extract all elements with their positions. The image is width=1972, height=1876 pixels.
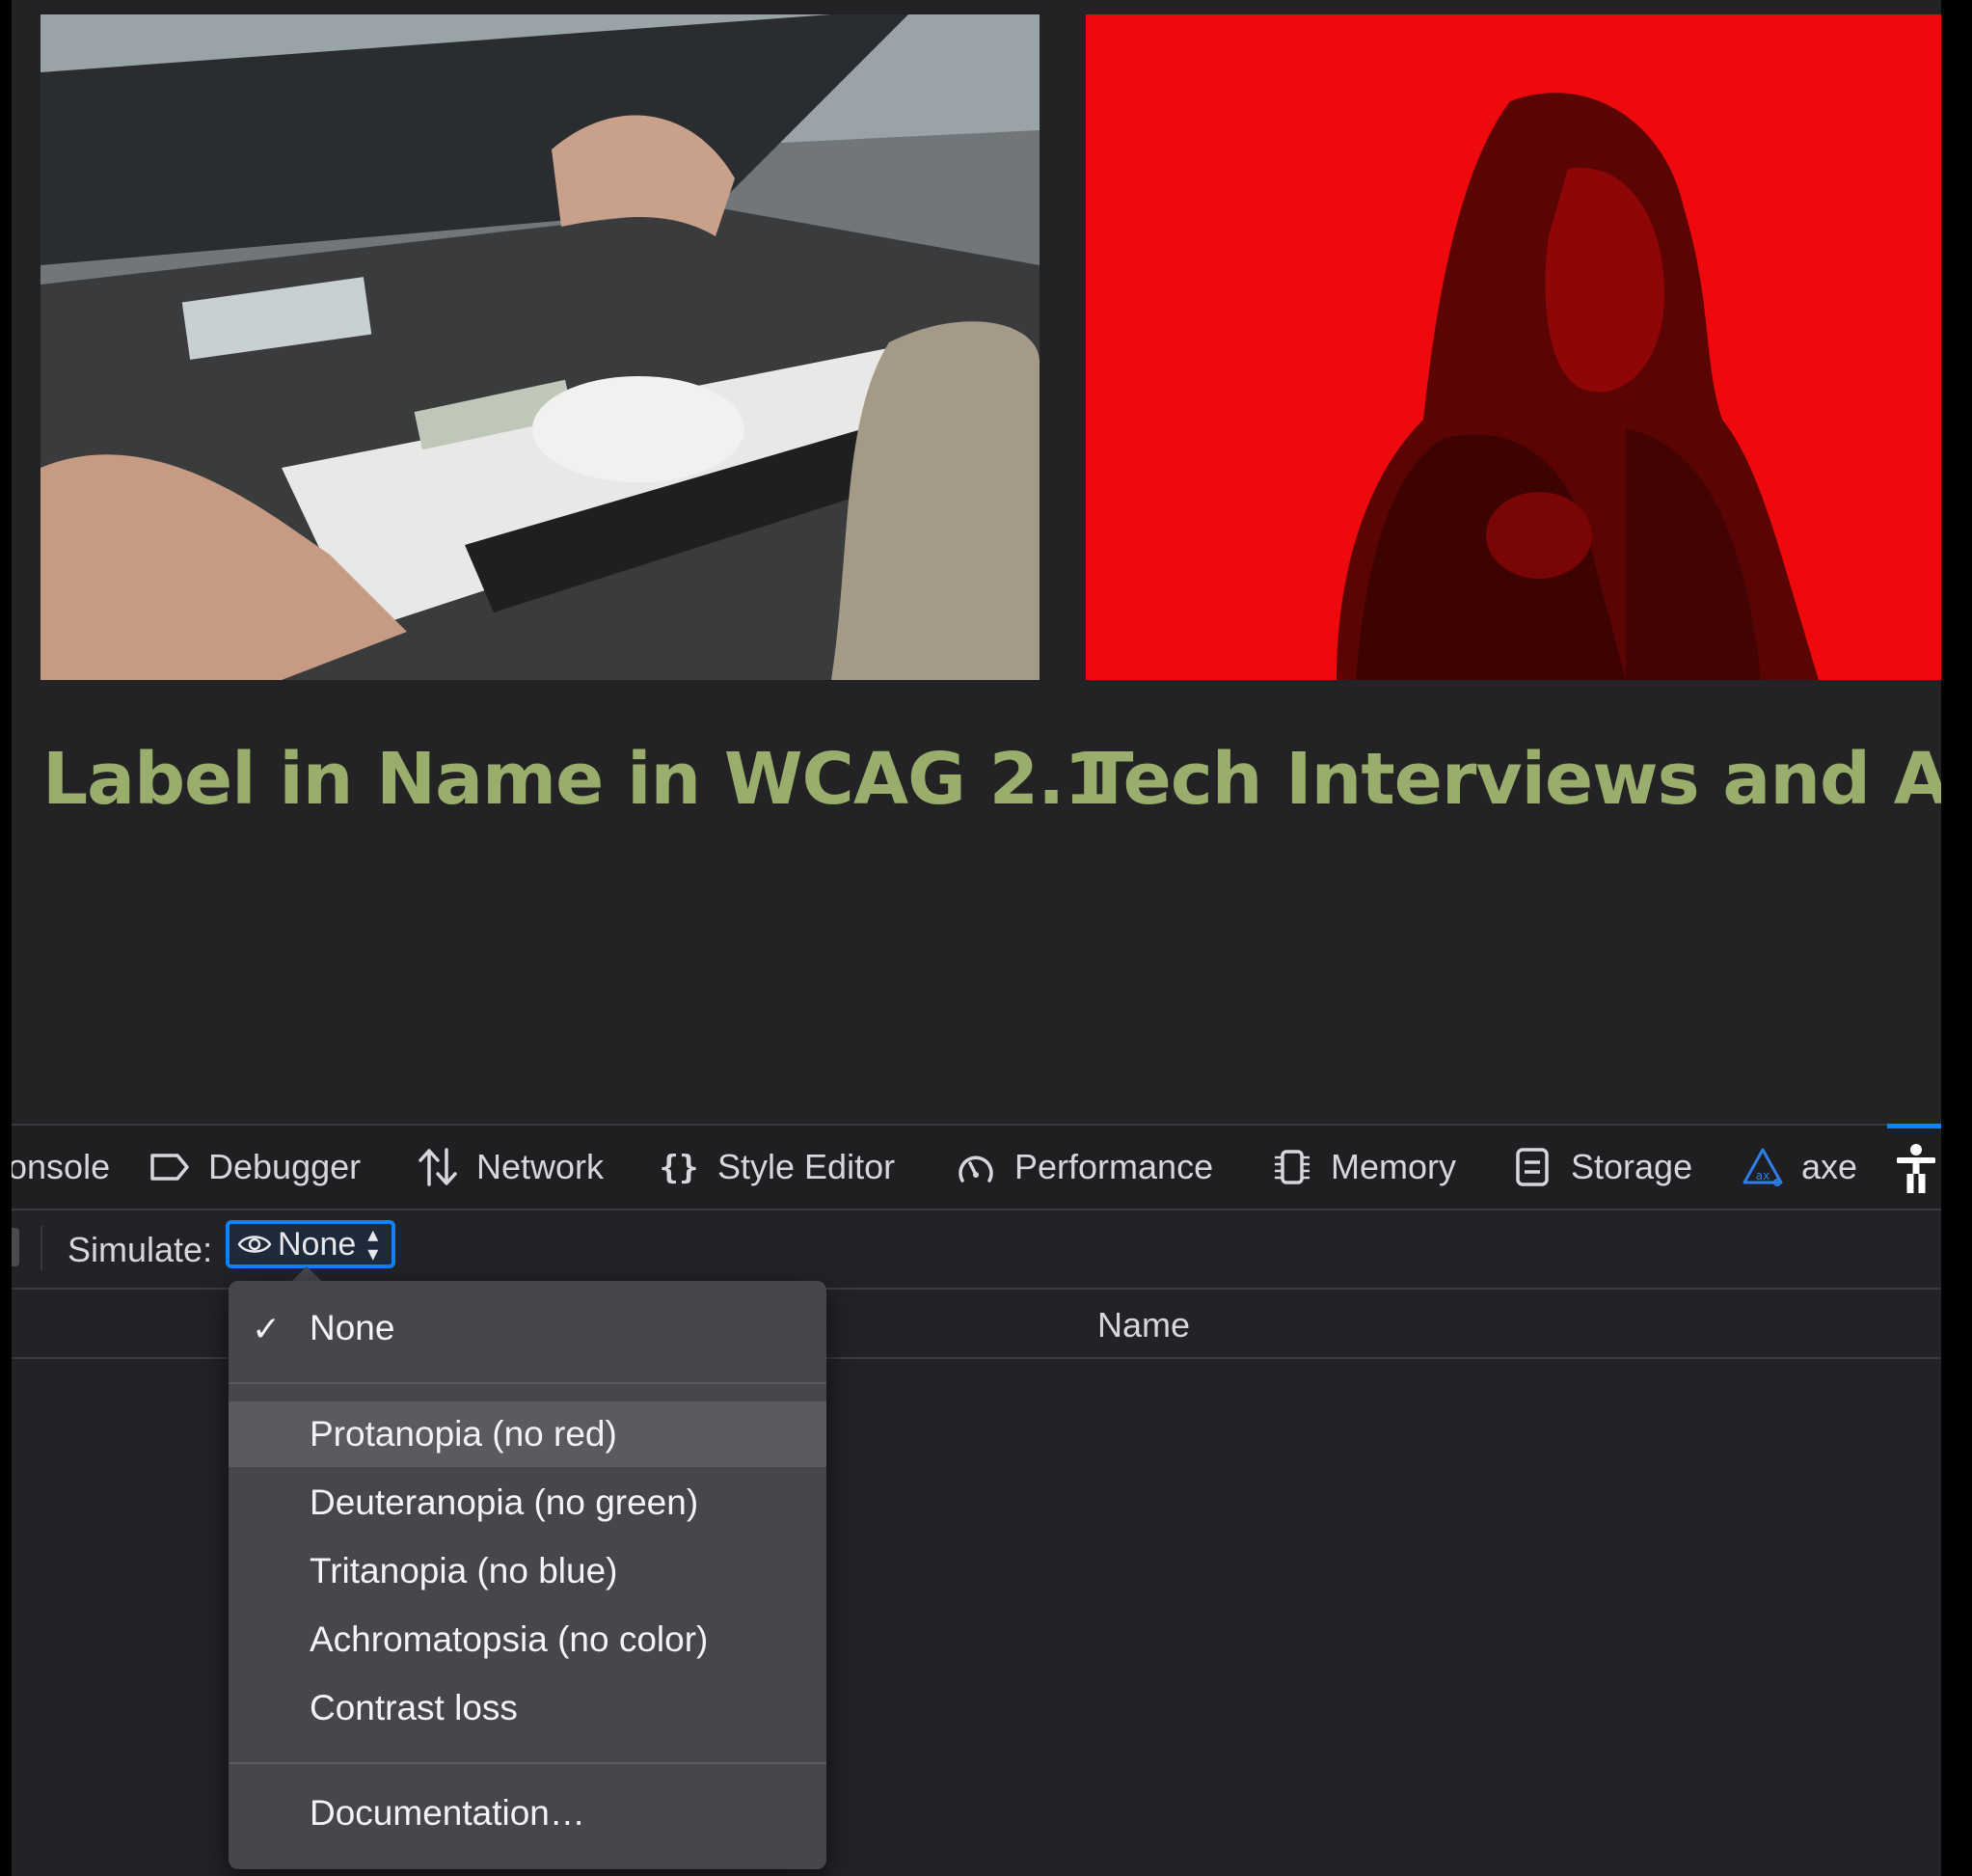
menu-item-label: None	[310, 1308, 395, 1347]
debugger-icon	[149, 1146, 191, 1188]
menu-caret	[291, 1266, 322, 1282]
menu-item-protanopia[interactable]: Protanopia (no red)	[229, 1401, 826, 1467]
toolbar-separator	[41, 1226, 42, 1270]
menu-item-none[interactable]: ✓ None	[229, 1295, 826, 1361]
tab-debugger[interactable]: Debugger	[149, 1126, 361, 1209]
svg-text:ax: ax	[1756, 1169, 1769, 1183]
tab-label: Memory	[1331, 1147, 1457, 1186]
menu-item-label: Contrast loss	[310, 1688, 518, 1727]
menu-item-documentation[interactable]: Documentation…	[229, 1781, 826, 1846]
menu-item-contrast-loss[interactable]: Contrast loss	[229, 1675, 826, 1741]
tab-storage[interactable]: Storage	[1511, 1126, 1692, 1209]
axe-icon: ax	[1742, 1146, 1784, 1188]
menu-item-label: Achromatopsia (no color)	[310, 1619, 709, 1659]
tab-label: Storage	[1571, 1147, 1693, 1186]
chip-icon	[1271, 1146, 1313, 1188]
network-icon	[417, 1146, 459, 1188]
devtools-tab-bar: onsole Debugger Network {} Style Editor	[12, 1124, 1941, 1210]
toolbar-button-stub[interactable]	[12, 1228, 19, 1266]
tab-label: onsole	[12, 1147, 111, 1186]
card-title-tech-interviews[interactable]: Tech Interviews and Anx	[1085, 738, 1941, 821]
menu-divider	[229, 1382, 826, 1384]
menu-item-label: Documentation…	[310, 1793, 585, 1833]
tab-memory[interactable]: Memory	[1271, 1126, 1456, 1209]
tab-label: Debugger	[208, 1147, 362, 1186]
tab-label: Network	[476, 1147, 605, 1186]
card-title-label-in-name[interactable]: Label in Name in WCAG 2.1	[42, 738, 1114, 821]
select-arrows-icon: ▴ ▾	[367, 1222, 379, 1265]
woman-red-background-image[interactable]	[1086, 14, 1941, 680]
tab-axe[interactable]: ax axe	[1742, 1126, 1857, 1209]
gauge-icon	[955, 1146, 997, 1188]
menu-item-achromatopsia[interactable]: Achromatopsia (no color)	[229, 1607, 826, 1672]
menu-divider	[229, 1762, 826, 1764]
tab-label: Performance	[1014, 1147, 1214, 1186]
accessibility-icon[interactable]	[1896, 1143, 1936, 1195]
menu-item-label: Protanopia (no red)	[310, 1414, 617, 1454]
menu-item-deuteranopia[interactable]: Deuteranopia (no green)	[229, 1470, 826, 1536]
browser-viewport: Label in Name in WCAG 2.1 Tech Interview…	[12, 0, 1941, 1876]
menu-item-label: Tritanopia (no blue)	[310, 1551, 618, 1591]
simulate-dropdown-menu: ✓ None Protanopia (no red) Deuteranopia …	[229, 1281, 826, 1869]
tab-performance[interactable]: Performance	[955, 1126, 1213, 1209]
column-name-label: Name	[1097, 1305, 1191, 1345]
svg-text:{}: {}	[660, 1149, 699, 1187]
braille-display-image[interactable]	[41, 14, 1040, 680]
eye-icon	[237, 1232, 272, 1257]
menu-item-tritanopia[interactable]: Tritanopia (no blue)	[229, 1538, 826, 1604]
storage-icon	[1511, 1146, 1553, 1188]
braces-icon: {}	[658, 1146, 700, 1188]
simulate-select[interactable]: None ▴ ▾	[226, 1220, 395, 1268]
simulate-select-value: None	[278, 1225, 357, 1263]
tab-network[interactable]: Network	[417, 1126, 604, 1209]
checkmark-icon: ✓	[252, 1309, 282, 1348]
menu-item-label: Deuteranopia (no green)	[310, 1482, 699, 1522]
tab-label: axe	[1801, 1147, 1858, 1186]
simulate-label: Simulate:	[68, 1230, 213, 1269]
tab-style-editor[interactable]: {} Style Editor	[658, 1126, 896, 1209]
tab-label: Style Editor	[717, 1147, 896, 1186]
active-tab-indicator	[1887, 1124, 1941, 1128]
tab-console[interactable]: onsole	[12, 1126, 110, 1209]
